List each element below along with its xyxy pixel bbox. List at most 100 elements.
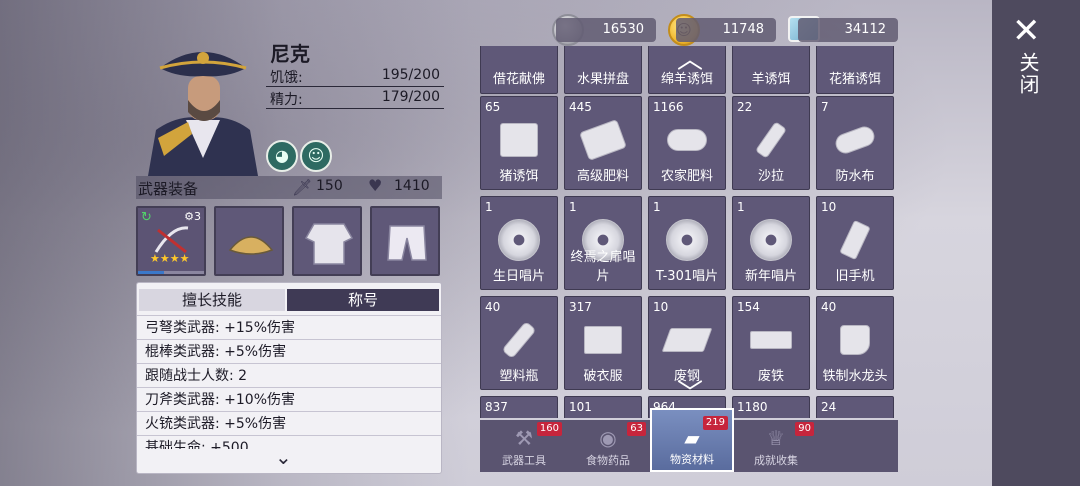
inventory-item[interactable]: 10 废钢 <box>648 296 726 390</box>
item-count: 10 <box>653 300 669 314</box>
skill-row: 刀斧类武器: +10%伤害 <box>137 387 441 411</box>
item-count: 154 <box>737 300 760 314</box>
count-badge: 160 <box>536 422 562 436</box>
scrap-iron-icon <box>746 319 796 361</box>
inventory-item[interactable]: 借花献佛 <box>480 46 558 94</box>
inventory-item[interactable]: 40 铁制水龙头 <box>816 296 894 390</box>
item-count: 40 <box>485 300 501 314</box>
inventory-item[interactable]: 1180 <box>732 396 810 418</box>
tab-achievements[interactable]: ♕ 90 成就收集 <box>734 420 818 472</box>
item-label: 羊诱饵 <box>751 72 791 87</box>
tab-titles[interactable]: 称号 <box>287 289 439 311</box>
count-badge: 63 <box>627 422 646 436</box>
item-count: 1166 <box>653 100 684 114</box>
ticket-amount: 34112 <box>798 18 898 42</box>
inventory-item[interactable]: 1 生日唱片 <box>480 196 558 290</box>
tab-food-medicine[interactable]: ◉ 63 食物药品 <box>566 420 650 472</box>
item-count: 317 <box>569 300 592 314</box>
item-count: 1 <box>653 200 661 214</box>
item-label: 废铁 <box>757 369 784 384</box>
item-label: 高级肥料 <box>576 169 629 184</box>
hat-icon <box>228 236 274 255</box>
weapon-stars: ★★★★ <box>150 252 190 265</box>
expand-chevron-icon[interactable]: ⌄ <box>275 445 292 469</box>
inventory-item[interactable]: 7 防水布 <box>816 96 894 190</box>
inventory-item[interactable]: 24 <box>816 396 894 418</box>
item-label: 生日唱片 <box>492 269 545 284</box>
sword-icon: 🗡 <box>292 178 313 197</box>
skill-row: 跟随战士人数: 2 <box>137 363 441 387</box>
energy-stat: 精力: 179/200 <box>266 88 444 109</box>
skill-row: 火铳类武器: +5%伤害 <box>137 411 441 435</box>
item-label: 借花献佛 <box>492 72 545 87</box>
item-label: 防水布 <box>835 169 875 184</box>
item-label: 新年唱片 <box>744 269 797 284</box>
item-label: 猪诱饵 <box>499 169 539 184</box>
inventory-item[interactable]: 1 终焉之扉唱片 <box>564 196 642 290</box>
scrap-steel-icon <box>661 319 713 361</box>
wood-log-icon: ▰ <box>684 426 700 450</box>
item-count: 40 <box>821 300 837 314</box>
pants-slot[interactable] <box>370 206 440 276</box>
inventory-item[interactable]: 1 新年唱片 <box>732 196 810 290</box>
character-name: 尼克 <box>270 42 310 66</box>
hunger-label: 饥饿: <box>270 70 303 86</box>
weapon-slot[interactable]: ↻ ⚙3 ★★★★ <box>136 206 206 276</box>
old-phone-icon <box>830 219 880 261</box>
mood-status-icon[interactable]: ☺ <box>300 140 332 172</box>
tab-skills[interactable]: 擅长技能 <box>139 289 285 311</box>
count-badge: 219 <box>702 416 728 430</box>
category-tab-bar: ⚒ 160 武器工具 ◉ 63 食物药品 ▰ 219 物资材料 ♕ 90 成就收… <box>480 408 898 472</box>
close-label[interactable]: 关闭 <box>1014 52 1043 96</box>
pig-bait-icon <box>494 119 544 161</box>
record-disc-icon <box>494 219 544 261</box>
tab-weapons-tools[interactable]: ⚒ 160 武器工具 <box>482 420 566 472</box>
inventory-item[interactable]: 317 破衣服 <box>564 296 642 390</box>
energy-value: 179/200 <box>381 89 440 105</box>
heart-icon: ♥ <box>368 176 383 195</box>
tab-label: 物资材料 <box>670 453 714 466</box>
inventory-item[interactable]: 154 废铁 <box>732 296 810 390</box>
food-icon: ◉ <box>599 426 617 450</box>
trophy-icon: ♕ <box>767 426 785 450</box>
inventory-item[interactable]: 40 塑料瓶 <box>480 296 558 390</box>
refresh-icon: ↻ <box>141 210 152 225</box>
faucet-icon <box>830 319 880 361</box>
item-count: 101 <box>569 400 592 414</box>
close-icon[interactable]: ✕ <box>1012 14 1041 48</box>
gold-coin-amount: 11748 <box>676 18 776 42</box>
stomach-status-icon[interactable]: ◕ <box>266 140 298 172</box>
hunger-stat: 饥饿: 195/200 <box>266 66 444 87</box>
inventory-item[interactable]: 花猪诱饵 <box>816 46 894 94</box>
item-label: 终焉之扉唱片 <box>570 250 636 284</box>
item-count: 24 <box>821 400 837 414</box>
attack-value: 150 <box>316 178 343 194</box>
inventory-item[interactable]: 101 <box>564 396 642 418</box>
tab-materials[interactable]: ▰ 219 物资材料 <box>650 408 734 472</box>
inventory-item[interactable]: 10 旧手机 <box>816 196 894 290</box>
item-count: 7 <box>821 100 829 114</box>
inventory-item[interactable]: 445 高级肥料 <box>564 96 642 190</box>
inventory-item[interactable]: 羊诱饵 <box>732 46 810 94</box>
tarp-roll-icon <box>830 119 880 161</box>
coat-slot[interactable] <box>292 206 362 276</box>
hat-slot[interactable] <box>214 206 284 276</box>
tab-label: 食物药品 <box>586 454 630 467</box>
item-label: 旧手机 <box>835 269 875 284</box>
weapon-durability-bar <box>138 271 204 274</box>
inventory-item[interactable]: 22 沙拉 <box>732 96 810 190</box>
item-count: 1 <box>569 200 577 214</box>
inventory-grid: 借花献佛 水果拼盘 绵羊诱饵 羊诱饵 花猪诱饵 ︿ 65 猪诱饵 445 高级肥… <box>480 46 898 418</box>
item-label: 铁制水龙头 <box>822 369 888 384</box>
inventory-item[interactable]: 1166 农家肥料 <box>648 96 726 190</box>
scroll-up-chevron-icon[interactable]: ︿ <box>677 47 703 73</box>
record-disc-icon <box>746 219 796 261</box>
inventory-item[interactable]: 1 T-301唱片 <box>648 196 726 290</box>
item-count: 1 <box>485 200 493 214</box>
close-panel[interactable]: ✕ 关闭 <box>992 0 1080 486</box>
item-label: 农家肥料 <box>660 169 713 184</box>
hunger-value: 195/200 <box>381 67 440 83</box>
inventory-item[interactable]: 65 猪诱饵 <box>480 96 558 190</box>
inventory-item[interactable]: 水果拼盘 <box>564 46 642 94</box>
inventory-item[interactable]: 837 <box>480 396 558 418</box>
